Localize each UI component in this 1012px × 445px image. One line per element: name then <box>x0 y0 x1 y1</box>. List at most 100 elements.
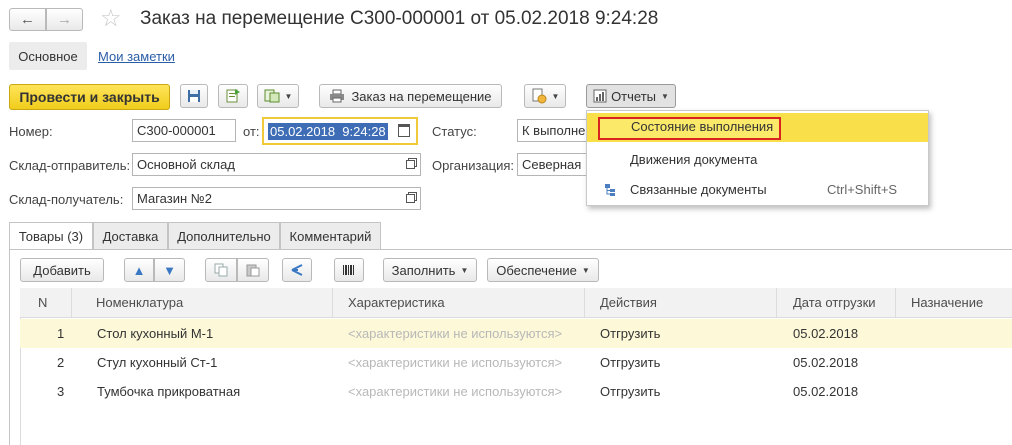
tab-comment[interactable]: Комментарий <box>280 222 381 249</box>
copy-icon <box>214 263 228 277</box>
add-row-label: Добавить <box>33 262 91 278</box>
status-field[interactable]: К выполне <box>517 119 589 142</box>
table-row[interactable]: 3 Тумбочка прикроватная <характеристики … <box>20 377 1012 406</box>
row-characteristic: <характеристики не используются> <box>348 384 563 399</box>
column-header-purpose[interactable]: Назначение <box>896 288 1012 318</box>
row-action: Отгрузить <box>600 355 661 370</box>
create-based-on-button[interactable]: ▼ <box>257 84 299 108</box>
menu-item-shortcut: Ctrl+Shift+S <box>827 182 898 197</box>
tab-main[interactable]: Основное <box>9 42 87 70</box>
calendar-icon[interactable] <box>398 124 410 137</box>
row-number: 1 <box>57 326 65 341</box>
row-action: Отгрузить <box>600 384 661 399</box>
sender-open-button[interactable] <box>401 153 421 176</box>
paste-icon <box>246 264 260 277</box>
menu-item-label: Состояние выполнения <box>631 119 774 134</box>
date-label: от: <box>243 124 260 139</box>
column-header-item[interactable]: Номенклатура <box>72 288 333 318</box>
sender-warehouse-field[interactable]: Основной склад <box>132 153 402 176</box>
column-header-action[interactable]: Действия <box>585 288 777 318</box>
chevron-down-icon: ▼ <box>460 265 469 275</box>
menu-item-execution-status[interactable]: Состояние выполнения <box>587 113 928 142</box>
back-button[interactable]: ← <box>9 8 46 31</box>
chevron-down-icon: ▼ <box>551 91 560 101</box>
barcode-button[interactable] <box>334 258 364 282</box>
table-header: N Номенклатура Характеристика Действия Д… <box>20 288 1012 318</box>
reports-dropdown-menu: Состояние выполнения Движения документа … <box>586 110 929 206</box>
favorite-star-icon[interactable]: ☆ <box>100 5 122 33</box>
save-button[interactable] <box>180 84 208 108</box>
row-ship-date: 05.02.2018 <box>793 384 859 399</box>
fill-label: Заполнить <box>391 262 456 278</box>
menu-item-document-movements[interactable]: Движения документа <box>587 145 928 174</box>
menu-item-label: Связанные документы <box>630 182 767 197</box>
post-document-icon <box>226 89 240 103</box>
tab-comment-label: Комментарий <box>289 228 372 244</box>
post-and-close-label: Провести и закрыть <box>19 89 160 105</box>
table-row[interactable]: 1 Стол кухонный М-1 <характеристики не и… <box>20 319 1012 348</box>
open-icon <box>406 194 415 203</box>
chevron-down-icon: ▼ <box>284 91 293 101</box>
number-field[interactable]: С300-000001 <box>132 119 236 142</box>
tab-additional-label: Дополнительно <box>177 228 271 244</box>
settings-dropdown-button[interactable]: ▼ <box>524 84 566 108</box>
move-down-button[interactable]: ▼ <box>154 258 185 282</box>
arrow-left-icon: ← <box>20 11 35 28</box>
paste-row-button[interactable] <box>237 258 269 282</box>
reports-menu-button[interactable]: Отчеты ▼ <box>586 84 676 108</box>
tab-delivery-label: Доставка <box>102 228 159 244</box>
split-row-button[interactable] <box>282 258 312 282</box>
post-and-close-button[interactable]: Провести и закрыть <box>9 84 170 110</box>
table-row[interactable]: 2 Стул кухонный Ст-1 <характеристики не … <box>20 348 1012 377</box>
row-characteristic: <характеристики не используются> <box>348 326 563 341</box>
column-header-n[interactable]: N <box>20 288 72 318</box>
receiver-open-button[interactable] <box>401 187 421 210</box>
chevron-down-icon: ▼ <box>581 265 590 275</box>
menu-item-related-documents[interactable]: Связанные документы Ctrl+Shift+S <box>587 175 928 204</box>
post-button[interactable] <box>218 84 248 108</box>
organization-field[interactable]: Северная <box>517 153 589 176</box>
number-label: Номер: <box>9 124 53 139</box>
reports-label: Отчеты <box>611 88 656 104</box>
forward-button[interactable]: → <box>46 8 83 31</box>
row-ship-date: 05.02.2018 <box>793 355 859 370</box>
provision-dropdown-button[interactable]: Обеспечение ▼ <box>487 258 599 282</box>
chevron-down-icon: ▼ <box>661 91 669 101</box>
row-item: Стол кухонный М-1 <box>97 326 214 341</box>
receiver-warehouse-label: Склад-получатель: <box>9 192 124 207</box>
print-transfer-order-label: Заказ на перемещение <box>351 88 492 104</box>
tab-additional[interactable]: Дополнительно <box>168 222 280 249</box>
organization-label: Организация: <box>432 158 515 173</box>
document-settings-icon <box>532 88 547 104</box>
provision-label: Обеспечение <box>496 262 577 278</box>
sender-warehouse-label: Склад-отправитель: <box>9 158 131 173</box>
arrow-down-icon: ▼ <box>163 262 176 278</box>
move-up-button[interactable]: ▲ <box>124 258 154 282</box>
page-title: Заказ на перемещение С300-000001 от 05.0… <box>140 8 659 29</box>
receiver-warehouse-field[interactable]: Магазин №2 <box>132 187 402 210</box>
report-chart-icon <box>593 89 607 103</box>
tab-delivery[interactable]: Доставка <box>93 222 168 249</box>
column-header-ship-date[interactable]: Дата отгрузки <box>777 288 896 318</box>
floppy-disk-icon <box>188 90 200 102</box>
tab-notes[interactable]: Мои заметки <box>98 49 175 64</box>
column-header-characteristic[interactable]: Характеристика <box>333 288 585 318</box>
row-number: 2 <box>57 355 65 370</box>
copy-row-button[interactable] <box>205 258 237 282</box>
related-documents-icon <box>605 183 615 196</box>
print-transfer-order-button[interactable]: Заказ на перемещение <box>319 84 502 108</box>
tab-main-label: Основное <box>18 48 78 64</box>
add-row-button[interactable]: Добавить <box>20 258 104 282</box>
row-characteristic: <характеристики не используются> <box>348 355 563 370</box>
barcode-icon <box>343 265 354 275</box>
row-action: Отгрузить <box>600 326 661 341</box>
row-item: Стул кухонный Ст-1 <box>97 355 218 370</box>
row-number: 3 <box>57 384 65 399</box>
tab-goods-label: Товары (3) <box>18 229 84 244</box>
fill-dropdown-button[interactable]: Заполнить ▼ <box>383 258 477 282</box>
date-value: 05.02.2018 9:24:28 <box>268 123 388 140</box>
tab-goods[interactable]: Товары (3) <box>9 222 93 250</box>
row-item: Тумбочка прикроватная <box>97 384 241 399</box>
date-field[interactable]: 05.02.2018 9:24:28 <box>262 117 418 145</box>
split-icon <box>291 264 303 276</box>
